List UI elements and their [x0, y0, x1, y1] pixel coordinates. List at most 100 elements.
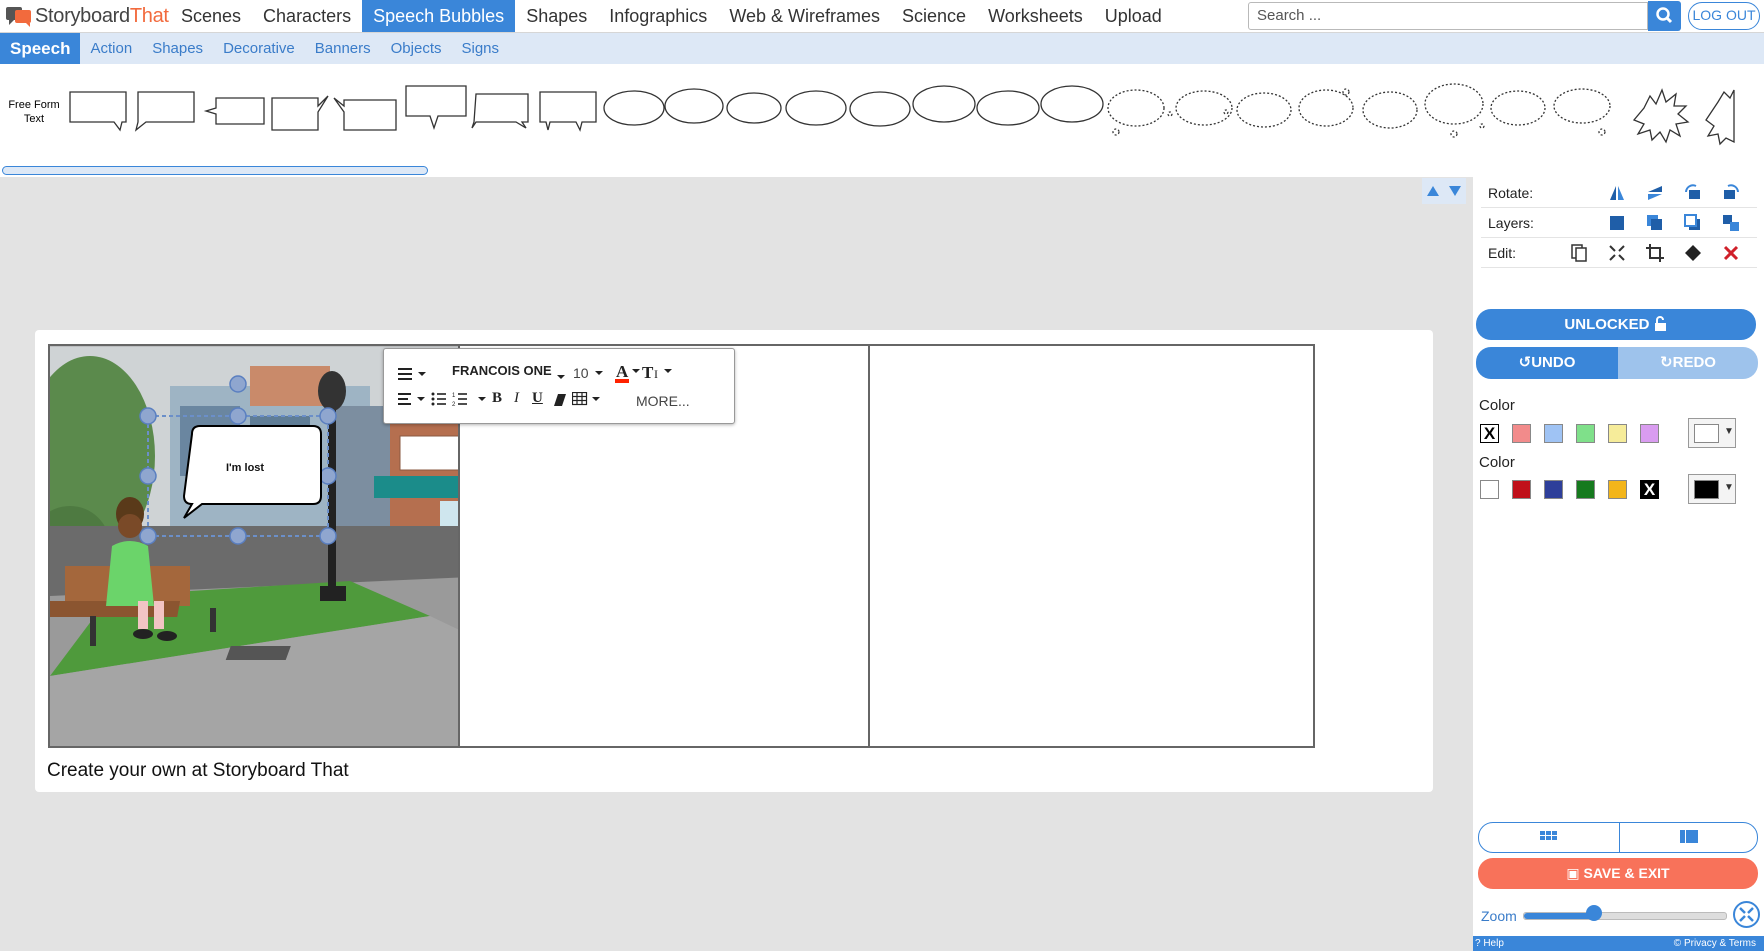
- storyboard-cell-3[interactable]: [868, 344, 1315, 748]
- chevron-down-icon[interactable]: [594, 369, 604, 377]
- chevron-down-icon[interactable]: [556, 373, 566, 381]
- fill-color-dropdown[interactable]: ▼: [1688, 418, 1736, 448]
- delete-icon[interactable]: [1721, 243, 1741, 263]
- fill-swatch[interactable]: X: [1480, 424, 1499, 443]
- fill-swatch[interactable]: [1512, 424, 1531, 443]
- grid-view-button[interactable]: [1479, 823, 1619, 852]
- nav-speech-bubbles[interactable]: Speech Bubbles: [362, 0, 516, 32]
- fill-swatch[interactable]: [1640, 424, 1659, 443]
- text-size-icon[interactable]: TI: [642, 361, 674, 383]
- scroll-down-button[interactable]: [1444, 178, 1466, 204]
- outline-swatch[interactable]: [1576, 480, 1595, 499]
- nav-web-wireframes[interactable]: Web & Wireframes: [718, 0, 891, 32]
- explosion-bubble-thumb: [1705, 89, 1735, 146]
- numbered-list-icon[interactable]: 12: [452, 391, 488, 407]
- send-backward-icon[interactable]: [1683, 213, 1703, 233]
- nav-infographics[interactable]: Infographics: [598, 0, 718, 32]
- subnav-objects[interactable]: Objects: [381, 33, 452, 64]
- rotate-label: Rotate:: [1488, 185, 1534, 201]
- bubble-palette: Free Form Text: [0, 64, 1764, 177]
- fill-swatch[interactable]: [1608, 424, 1627, 443]
- fill-swatch[interactable]: [1544, 424, 1563, 443]
- rect-bubble-thumb: [203, 97, 265, 125]
- bold-button[interactable]: B: [492, 390, 502, 407]
- resize-handle: [139, 407, 157, 425]
- outline-swatch[interactable]: [1512, 480, 1531, 499]
- search-button[interactable]: [1648, 1, 1681, 31]
- palette-scrollbar[interactable]: [2, 166, 428, 175]
- nav-science[interactable]: Science: [891, 0, 977, 32]
- privacy-link[interactable]: © Privacy & Terms: [1674, 936, 1756, 951]
- bring-forward-icon[interactable]: [1645, 213, 1665, 233]
- redo-button[interactable]: ↻REDO: [1618, 347, 1758, 379]
- font-family-dropdown[interactable]: FRANCOIS ONE: [452, 363, 552, 378]
- rotate-right-icon[interactable]: [1721, 183, 1741, 203]
- align-left-icon[interactable]: [398, 391, 426, 407]
- crop-icon[interactable]: [1645, 243, 1665, 263]
- nav-scenes[interactable]: Scenes: [170, 0, 252, 32]
- subnav-action[interactable]: Action: [80, 33, 142, 64]
- nav-worksheets[interactable]: Worksheets: [977, 0, 1094, 32]
- undo-icon: ↺: [1518, 354, 1532, 371]
- columns-icon: [1680, 830, 1698, 843]
- save-exit-button[interactable]: ▣ SAVE & EXIT: [1478, 858, 1758, 889]
- nav-characters[interactable]: Characters: [252, 0, 362, 32]
- nav-upload[interactable]: Upload: [1094, 0, 1173, 32]
- outline-swatch[interactable]: [1480, 480, 1499, 499]
- subnav-signs[interactable]: Signs: [452, 33, 510, 64]
- bubble-text[interactable]: I'm lost: [226, 462, 264, 474]
- top-navigation-bar: StoryboardThat Scenes Characters Speech Bu…: [0, 0, 1764, 33]
- panel-view-button[interactable]: [1619, 823, 1757, 852]
- bullet-list-icon[interactable]: [431, 391, 447, 407]
- fullscreen-button[interactable]: [1733, 901, 1760, 928]
- bubble-thumbnails[interactable]: [64, 64, 1764, 164]
- grid-icon: [1540, 831, 1557, 840]
- expand-icon[interactable]: [1607, 243, 1627, 263]
- subnav-banners[interactable]: Banners: [305, 33, 381, 64]
- flip-vertical-icon[interactable]: [1645, 183, 1665, 203]
- zoom-label: Zoom: [1481, 908, 1517, 924]
- fill-swatch[interactable]: [1576, 424, 1595, 443]
- more-options-button[interactable]: MORE...: [636, 393, 690, 409]
- subnav-speech[interactable]: Speech: [0, 33, 81, 64]
- paragraph-align-icon[interactable]: [398, 365, 428, 383]
- logout-button[interactable]: LOG OUT: [1688, 2, 1760, 30]
- bring-to-front-icon[interactable]: [1607, 213, 1627, 233]
- italic-button[interactable]: I: [514, 390, 519, 407]
- lock-toggle-button[interactable]: UNLOCKED: [1476, 309, 1756, 340]
- outline-color-label: Color: [1479, 454, 1515, 471]
- outline-swatch[interactable]: [1608, 480, 1627, 499]
- resize-handle: [229, 407, 247, 425]
- table-icon[interactable]: [572, 392, 602, 406]
- nav-shapes[interactable]: Shapes: [515, 0, 598, 32]
- eraser-icon[interactable]: [1683, 243, 1703, 263]
- subnav-shapes[interactable]: Shapes: [142, 33, 213, 64]
- outline-color-dropdown[interactable]: ▼: [1688, 474, 1736, 504]
- copy-icon[interactable]: [1569, 243, 1589, 263]
- font-size-dropdown[interactable]: 10: [573, 365, 589, 381]
- outline-swatch[interactable]: [1544, 480, 1563, 499]
- underline-button[interactable]: U: [532, 390, 543, 407]
- free-form-text-item[interactable]: Free Form Text: [6, 98, 62, 126]
- search-input[interactable]: Search ...: [1248, 2, 1648, 30]
- triangle-down-icon: [1449, 186, 1461, 196]
- rotate-left-icon[interactable]: [1683, 183, 1703, 203]
- subnav-decorative[interactable]: Decorative: [213, 33, 305, 64]
- help-link[interactable]: ? Help: [1475, 936, 1504, 951]
- send-to-back-icon[interactable]: [1721, 213, 1741, 233]
- clear-format-icon[interactable]: [553, 393, 567, 407]
- layers-label: Layers:: [1488, 215, 1534, 231]
- undo-button[interactable]: ↺UNDO: [1476, 347, 1618, 379]
- rect-bubble-thumb: [271, 95, 329, 131]
- resize-handle: [139, 467, 157, 485]
- rotate-row: Rotate:: [1481, 179, 1757, 208]
- font-color-icon[interactable]: A: [614, 361, 640, 383]
- flip-horizontal-icon[interactable]: [1607, 183, 1627, 203]
- zoom-knob[interactable]: [1585, 905, 1602, 921]
- scroll-up-button[interactable]: [1422, 178, 1444, 204]
- storyboardthat-logo[interactable]: StoryboardThat: [6, 4, 169, 28]
- rect-bubble-thumb: [134, 91, 195, 132]
- undo-redo-group: ↺UNDO ↻REDO: [1476, 347, 1758, 379]
- zoom-slider[interactable]: [1523, 912, 1727, 920]
- outline-swatch[interactable]: X: [1640, 480, 1659, 499]
